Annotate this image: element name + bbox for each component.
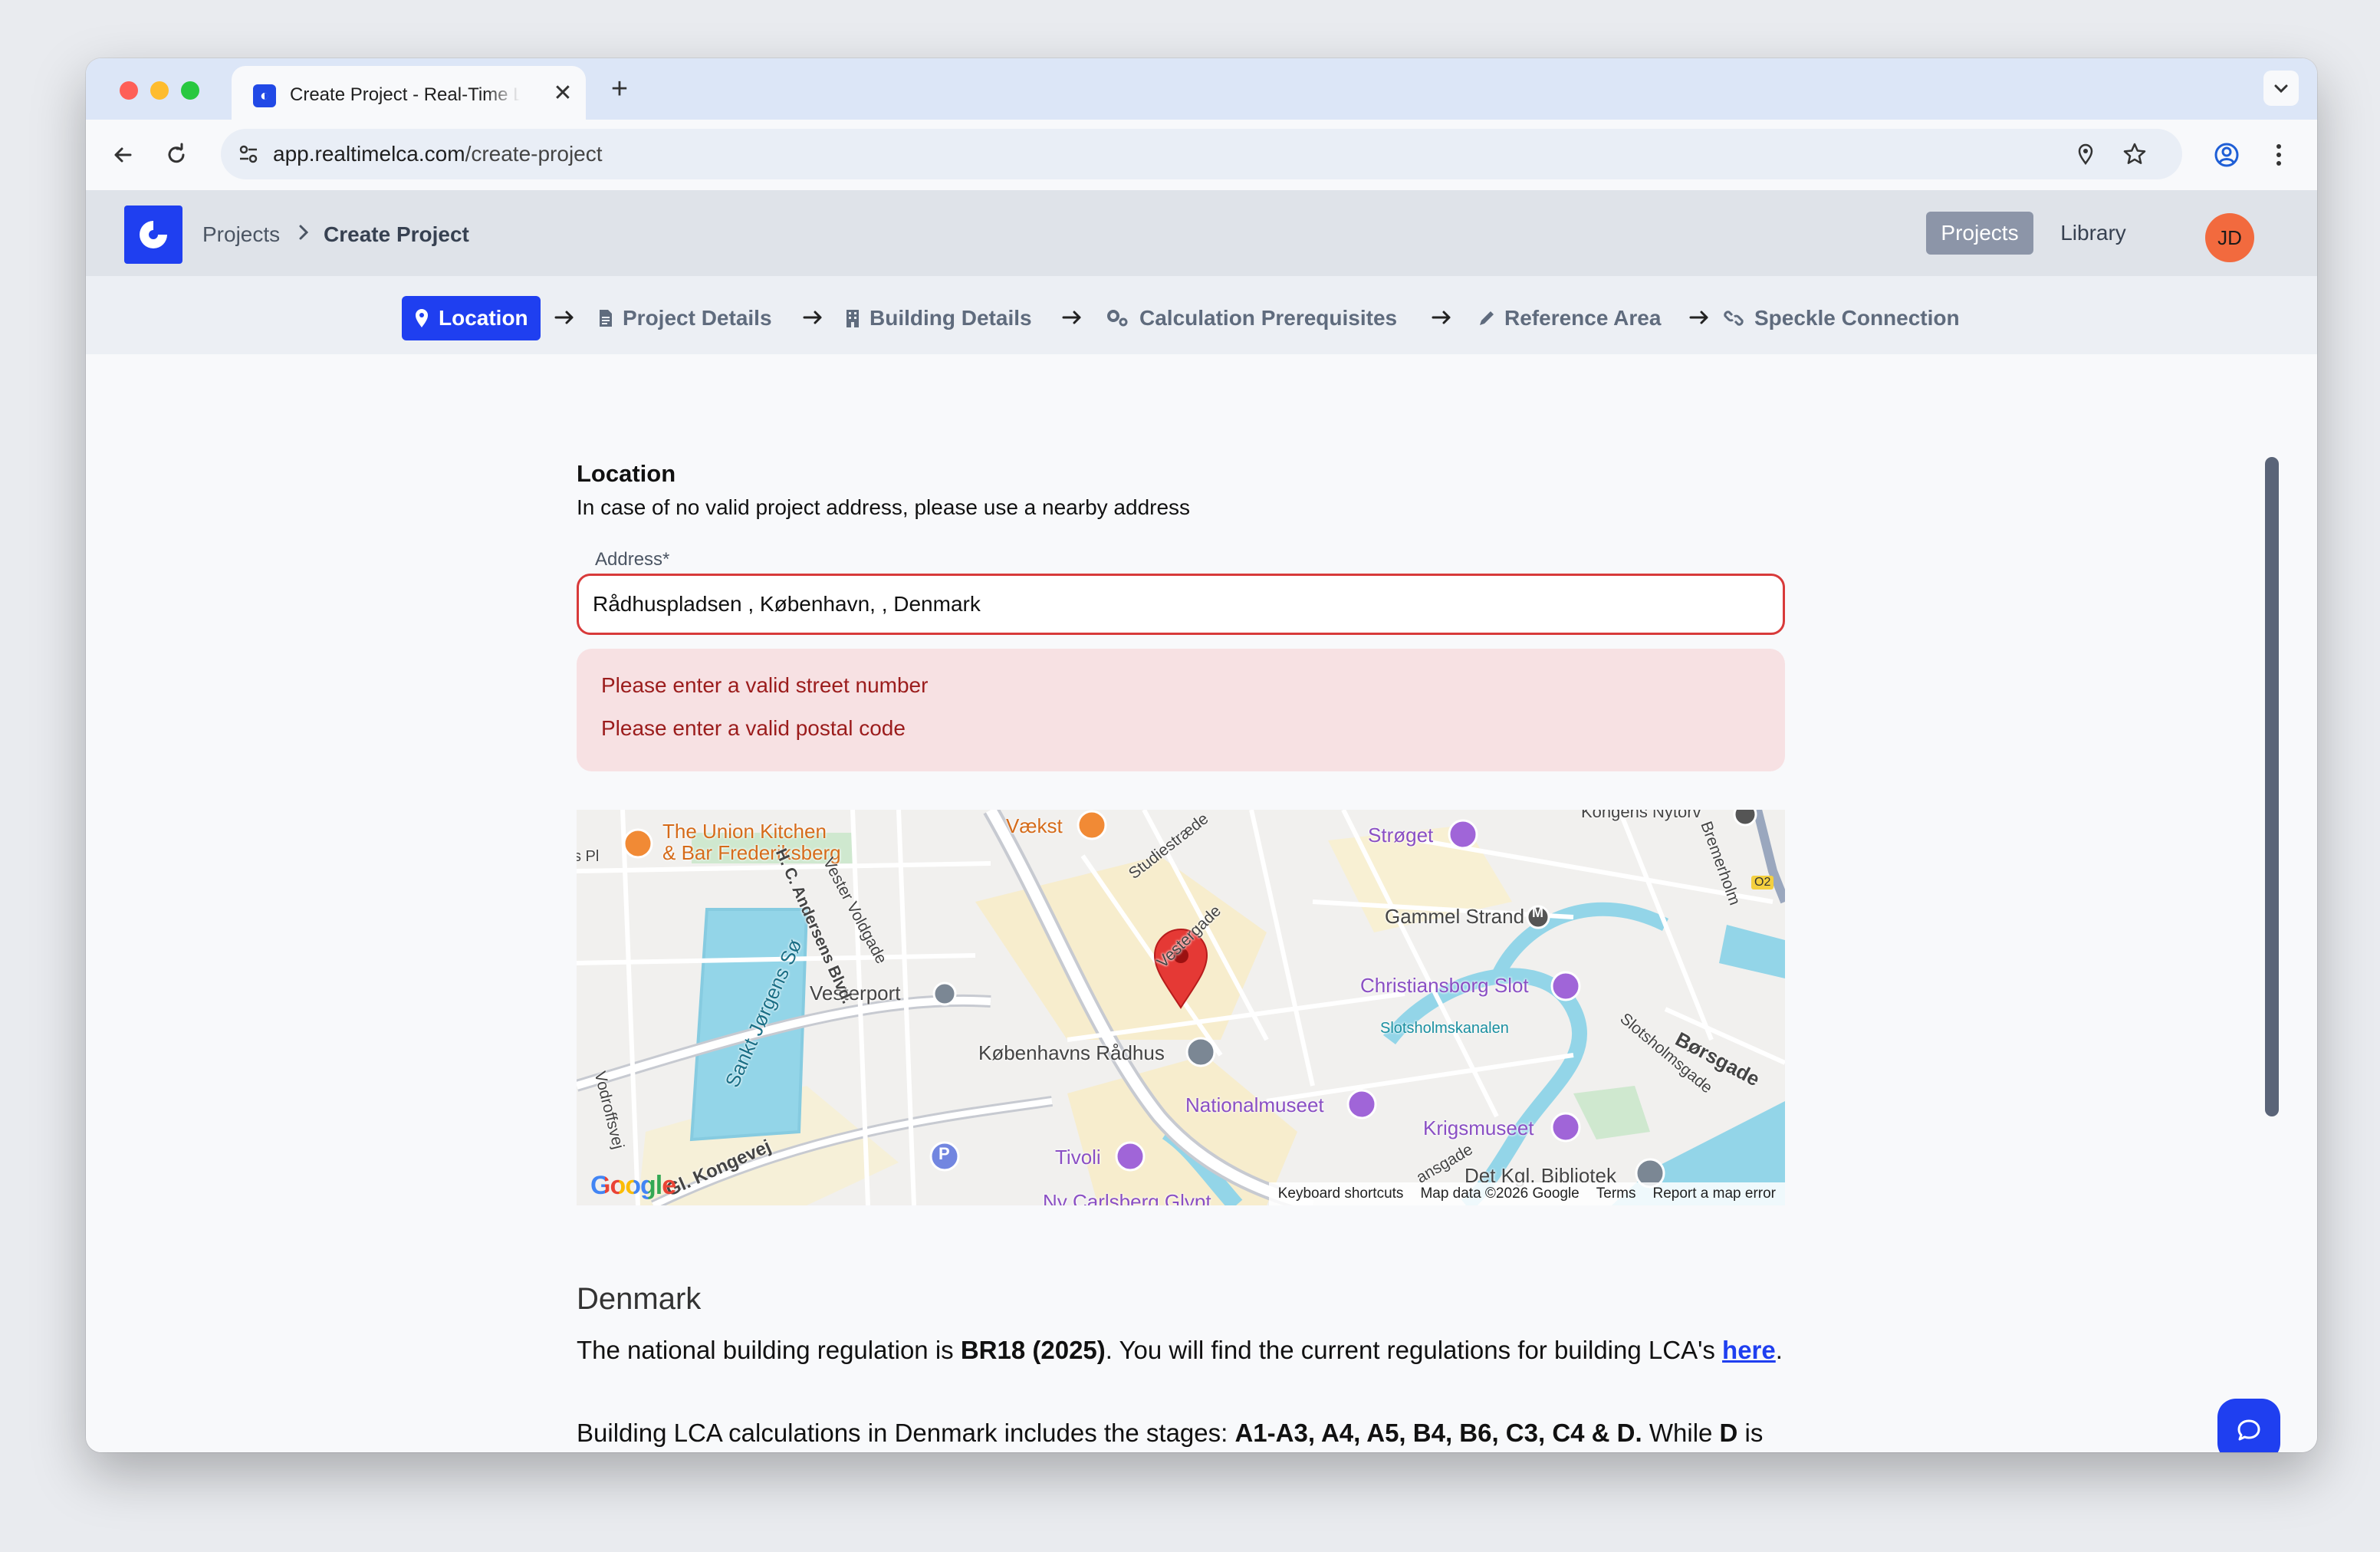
step-building-details[interactable]: Building Details [845, 296, 1032, 340]
back-button[interactable] [106, 138, 140, 172]
error-street-number: Please enter a valid street number [601, 673, 929, 697]
new-tab-button[interactable]: + [604, 74, 635, 104]
arrow-right-icon [1062, 311, 1081, 324]
map-place-christiansborg[interactable]: Christiansborg Slot [1360, 974, 1529, 998]
map-place-carlsberg[interactable]: Ny Carlsberg Glypt [1043, 1190, 1211, 1205]
route-badge: O2 [1751, 876, 1774, 889]
regulations-link[interactable]: here [1722, 1336, 1776, 1364]
map-keyboard-shortcuts-link[interactable]: Keyboard shortcuts [1278, 1185, 1404, 1202]
site-favicon-icon: ◐ [253, 84, 276, 107]
tab-title: Create Project - Real-Time LCA [290, 84, 520, 105]
tab-close-icon[interactable]: ✕ [551, 81, 575, 106]
tab-search-button[interactable] [2263, 71, 2299, 106]
close-window-button[interactable] [120, 81, 138, 100]
step-label: Location [439, 306, 528, 330]
url-text[interactable]: app.realtimelca.com/create-project [273, 142, 603, 166]
map-data-text: Map data ©2026 Google [1420, 1185, 1580, 1202]
app-header: Projects Create Project Projects Library… [86, 190, 2317, 276]
profile-icon[interactable] [2210, 138, 2244, 172]
error-postal-code: Please enter a valid postal code [601, 716, 906, 740]
step-speckle-connection[interactable]: Speckle Connection [1722, 296, 1960, 340]
stages-paragraph: Building LCA calculations in Denmark inc… [577, 1419, 1764, 1452]
step-label: Speckle Connection [1754, 306, 1960, 330]
map-place-nationalmuseet[interactable]: Nationalmuseet [1185, 1093, 1324, 1117]
map-attribution: Keyboard shortcuts Map data ©2026 Google… [1268, 1182, 1785, 1205]
google-logo: Google [590, 1171, 676, 1200]
address-label: Address* [595, 549, 670, 570]
step-label: Reference Area [1504, 306, 1662, 330]
building-icon [846, 310, 859, 327]
browser-toolbar: app.realtimelca.com/create-project [86, 120, 2317, 190]
bookmark-star-icon[interactable] [2118, 137, 2152, 171]
chevron-right-icon [294, 221, 313, 249]
browser-window: ◐ Create Project - Real-Time LCA ✕ + app… [86, 58, 2317, 1452]
step-label: Calculation Prerequisites [1139, 306, 1398, 330]
app-logo-icon[interactable] [124, 206, 182, 264]
user-avatar[interactable]: JD [2205, 213, 2254, 262]
breadcrumb-current: Create Project [324, 222, 469, 246]
error-box: Please enter a valid street number Pleas… [577, 649, 1785, 771]
site-info-icon[interactable] [232, 137, 265, 171]
map-place-gammel-strand[interactable]: Gammel Strand [1385, 905, 1524, 929]
chat-button[interactable] [2217, 1399, 2280, 1452]
map-place-edge: s Pl [577, 848, 600, 865]
browser-menu-icon[interactable] [2262, 138, 2296, 172]
step-project-details[interactable]: Project Details [598, 296, 772, 340]
browser-tab[interactable]: ◐ Create Project - Real-Time LCA ✕ [232, 66, 586, 120]
step-location[interactable]: Location [402, 296, 541, 340]
country-title: Denmark [577, 1282, 702, 1316]
arrow-left-icon [114, 147, 132, 163]
breadcrumb-projects[interactable]: Projects [202, 222, 280, 247]
step-label: Project Details [623, 306, 772, 330]
map-place-raadhus[interactable]: Københavns Rådhus [978, 1041, 1165, 1065]
maximize-window-button[interactable] [181, 81, 199, 100]
minimize-window-button[interactable] [150, 81, 169, 100]
pencil-icon [1480, 311, 1494, 325]
map-pin-icon [416, 309, 428, 327]
metro-icon: M [1532, 905, 1543, 920]
map-place-kongens-nytorv[interactable]: Kongens Nytorv [1581, 810, 1701, 822]
tab-strip: ◐ Create Project - Real-Time LCA ✕ + [86, 58, 2317, 120]
arrow-right-icon [803, 311, 822, 324]
location-title: Location [577, 460, 676, 487]
address-map[interactable]: The Union Kitchen & Bar Frederiksberg s P… [577, 810, 1785, 1205]
reload-icon [168, 143, 185, 163]
step-reference-area[interactable]: Reference Area [1477, 296, 1661, 340]
address-input[interactable] [577, 574, 1785, 635]
step-calculation-prerequisites[interactable]: Calculation Prerequisites [1106, 296, 1397, 340]
chevron-down-icon [2274, 84, 2288, 94]
map-terms-link[interactable]: Terms [1596, 1185, 1636, 1202]
content-scrollbar[interactable] [2265, 457, 2279, 1116]
map-place-slotsholmskanalen: Slotsholmskanalen [1380, 1020, 1509, 1037]
address-bar[interactable]: app.realtimelca.com/create-project [221, 129, 2182, 179]
map-place-stroget[interactable]: Strøget [1368, 824, 1433, 847]
nav-library-button[interactable]: Library [2040, 212, 2147, 255]
regulation-paragraph: The national building regulation is BR18… [577, 1336, 1783, 1364]
reload-button[interactable] [159, 138, 193, 172]
arrow-right-icon [1432, 311, 1451, 324]
link-icon [1724, 311, 1744, 326]
location-subtitle: In case of no valid project address, ple… [577, 495, 1191, 519]
chat-bubble-icon [2237, 1419, 2260, 1441]
map-place-tivoli[interactable]: Tivoli [1055, 1146, 1101, 1169]
file-icon [600, 310, 612, 327]
map-place-union-kitchen[interactable]: The Union Kitchen & Bar Frederiksberg [662, 820, 841, 863]
map-report-error-link[interactable]: Report a map error [1652, 1185, 1776, 1202]
gears-icon [1107, 310, 1128, 327]
parking-icon: P [939, 1144, 950, 1163]
arrow-right-icon [554, 311, 574, 324]
nav-projects-button[interactable]: Projects [1926, 212, 2033, 255]
map-place-krigsmuseet[interactable]: Krigsmuseet [1423, 1116, 1534, 1140]
step-label: Building Details [869, 306, 1032, 330]
arrow-right-icon [1689, 311, 1708, 324]
map-place-vesterport[interactable]: Vesterport [810, 982, 901, 1005]
map-place-vaekst[interactable]: Vækst [1006, 814, 1063, 838]
location-permission-icon[interactable] [2069, 137, 2102, 171]
main-content: Location In case of no valid project add… [86, 354, 2317, 1452]
create-project-stepper: Location Project Details Building Detail… [86, 276, 2317, 354]
